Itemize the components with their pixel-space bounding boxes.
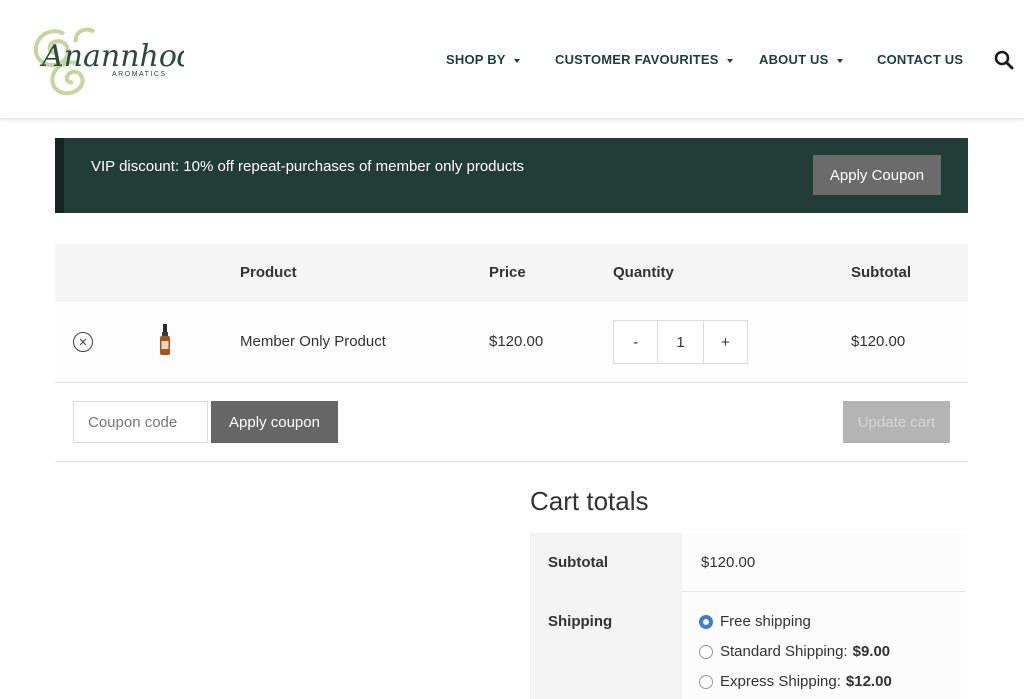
caret-down-icon bbox=[836, 58, 843, 63]
brand-subtitle: AROMATICS bbox=[112, 71, 167, 78]
product-subtotal: $120.00 bbox=[851, 333, 906, 350]
nav-shop-by[interactable]: SHOP BY bbox=[446, 52, 520, 67]
shipping-option-price: $9.00 bbox=[852, 643, 891, 660]
shipping-option-free[interactable]: Free shipping bbox=[699, 613, 811, 630]
shipping-option-label: Free shipping bbox=[720, 613, 811, 630]
apply-coupon-button[interactable]: Apply coupon bbox=[211, 401, 338, 443]
nav-customer-favourites[interactable]: CUSTOMER FAVOURITES bbox=[555, 52, 733, 67]
subtotal-value: $120.00 bbox=[701, 554, 756, 571]
shipping-label: Shipping bbox=[548, 613, 613, 630]
quantity-stepper: - 1 + bbox=[613, 320, 748, 364]
cart-table: Product Price Quantity Subtotal ✕ Member… bbox=[55, 244, 968, 462]
nav-contact-us[interactable]: CONTACT US bbox=[877, 52, 963, 67]
cart-totals-table: Subtotal $120.00 Shipping Free shipping … bbox=[530, 533, 966, 699]
shipping-option-label: Express Shipping: bbox=[720, 673, 841, 690]
shipping-option-label: Standard Shipping: bbox=[720, 643, 848, 660]
quantity-input[interactable]: 1 bbox=[658, 321, 702, 363]
table-row: ✕ Member Only Product $120.00 - 1 + $120… bbox=[55, 302, 968, 383]
coupon-code-input[interactable] bbox=[73, 401, 208, 443]
shipping-option-standard[interactable]: Standard Shipping: $9.00 bbox=[699, 643, 890, 660]
main-nav: SHOP BY CUSTOMER FAVOURITES ABOUT US CON… bbox=[0, 52, 1024, 70]
column-header-product: Product bbox=[240, 264, 297, 281]
radio-unselected-icon[interactable] bbox=[699, 644, 713, 659]
site-header: Anannhod AROMATICS SHOP BY CUSTOMER FAVO… bbox=[0, 0, 1024, 119]
apply-coupon-notice-button[interactable]: Apply Coupon bbox=[813, 155, 941, 195]
notice-message: VIP discount: 10% off repeat-purchases o… bbox=[91, 158, 525, 175]
totals-divider bbox=[682, 591, 966, 592]
caret-down-icon bbox=[726, 58, 733, 63]
nav-contact-us-label: CONTACT US bbox=[877, 52, 964, 67]
product-thumbnail[interactable] bbox=[158, 324, 172, 356]
product-name-link[interactable]: Member Only Product bbox=[240, 333, 386, 350]
quantity-decrease-button[interactable]: - bbox=[614, 321, 659, 363]
column-header-price: Price bbox=[489, 264, 526, 281]
subtotal-label: Subtotal bbox=[548, 554, 608, 571]
radio-unselected-icon[interactable] bbox=[699, 674, 713, 689]
nav-about-us[interactable]: ABOUT US bbox=[759, 52, 843, 67]
cart-table-header: Product Price Quantity Subtotal bbox=[55, 244, 968, 302]
nav-shop-by-label: SHOP BY bbox=[446, 52, 506, 67]
cart-totals-heading: Cart totals bbox=[530, 486, 649, 516]
column-header-subtotal: Subtotal bbox=[851, 264, 911, 281]
radio-selected-icon[interactable] bbox=[699, 614, 713, 629]
quantity-increase-button[interactable]: + bbox=[702, 321, 747, 363]
nav-about-us-label: ABOUT US bbox=[759, 52, 829, 67]
shipping-option-price: $12.00 bbox=[845, 673, 892, 690]
shipping-option-express[interactable]: Express Shipping: $12.00 bbox=[699, 673, 892, 690]
remove-item-icon[interactable]: ✕ bbox=[73, 332, 93, 352]
update-cart-button[interactable]: Update cart bbox=[843, 401, 950, 443]
caret-down-icon bbox=[513, 58, 520, 63]
vip-discount-notice: VIP discount: 10% off repeat-purchases o… bbox=[55, 138, 968, 213]
search-icon[interactable] bbox=[994, 50, 1014, 70]
column-header-quantity: Quantity bbox=[613, 264, 674, 281]
product-price: $120.00 bbox=[489, 333, 544, 350]
nav-customer-favourites-label: CUSTOMER FAVOURITES bbox=[555, 52, 719, 67]
cart-actions: Apply coupon Update cart bbox=[55, 383, 968, 462]
